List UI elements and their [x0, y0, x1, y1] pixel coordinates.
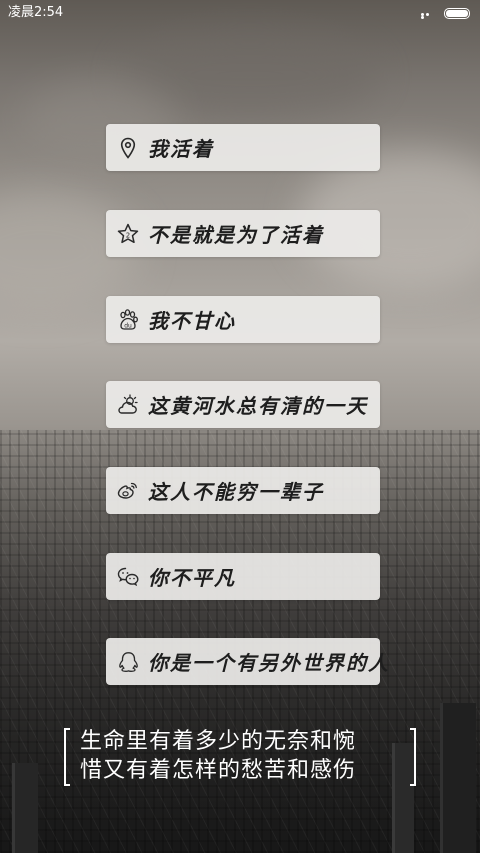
menu-item-label: 我活着 — [148, 137, 214, 161]
star-badge-icon: 2 — [117, 223, 139, 243]
menu-item-not-poor[interactable]: 这人不能穷一辈子 — [106, 467, 380, 514]
quote-line: 惜又有着怎样的愁苦和感伤 — [80, 758, 357, 783]
menu-item-label: 你是一个有另外世界的人 — [148, 651, 390, 675]
menu-item-unwilling[interactable]: du 我不甘心 — [106, 296, 380, 343]
baidu-paw-icon: du — [120, 308, 138, 330]
battery-icon — [444, 8, 470, 19]
menu-item-live-for[interactable]: 2 不是就是为了活着 — [106, 210, 380, 257]
quote-bracket-right — [410, 728, 416, 786]
quote-bracket-left — [64, 728, 70, 786]
menu-item-label: 这人不能穷一辈子 — [148, 480, 324, 504]
weather-cloud-sun-icon — [118, 393, 138, 414]
menu-item-label: 我不甘心 — [148, 309, 236, 333]
menu-item-alive[interactable]: 我活着 — [106, 124, 380, 171]
status-time: 凌晨2:54 — [8, 5, 64, 20]
menu-item-label: 这黄河水总有清的一天 — [148, 394, 368, 418]
signal-dots-icon — [421, 13, 435, 19]
battery-level — [446, 10, 468, 17]
menu-item-extraordinary[interactable]: 你不平凡 — [106, 553, 380, 600]
weibo-icon — [117, 482, 137, 499]
menu-item-label: 你不平凡 — [148, 566, 236, 590]
svg-text:2: 2 — [126, 231, 130, 239]
wechat-icon — [117, 567, 139, 586]
menu-item-label: 不是就是为了活着 — [148, 223, 324, 247]
qq-penguin-icon — [119, 651, 138, 672]
background-building — [12, 763, 38, 853]
home-screen: 凌晨2:54 我活着 2 不是就是为了活着 du 我不甘心 这黄河水总有清的一天… — [0, 0, 480, 853]
menu-item-yellow-river[interactable]: 这黄河水总有清的一天 — [106, 381, 380, 428]
quote-line: 生命里有着多少的无奈和惋 — [80, 729, 357, 754]
location-pin-icon — [120, 137, 136, 159]
status-bar: 凌晨2:54 — [0, 0, 480, 28]
quote-block: 生命里有着多少的无奈和惋 惜又有着怎样的愁苦和感伤 — [64, 728, 416, 788]
menu-item-another-world[interactable]: 你是一个有另外世界的人 — [106, 638, 388, 685]
svg-text:du: du — [124, 322, 132, 329]
background-building — [440, 703, 476, 853]
